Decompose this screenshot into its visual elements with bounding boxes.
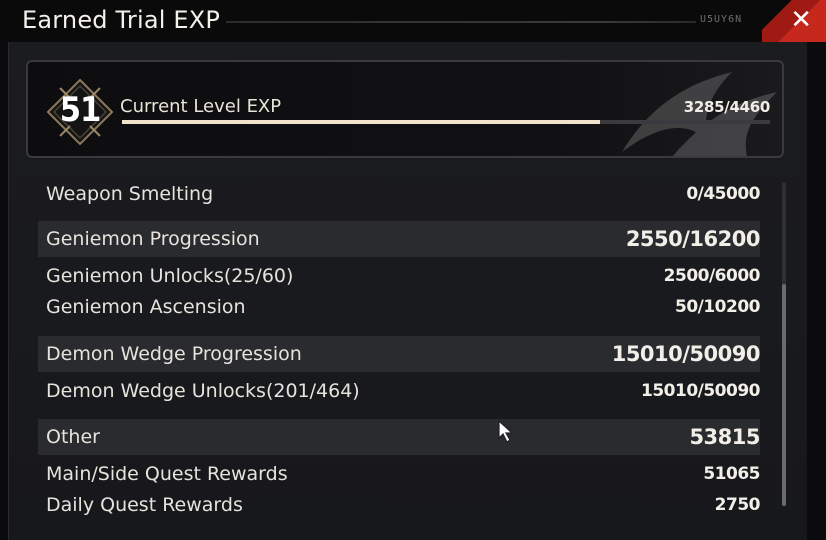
row-value: 0/45000: [686, 184, 760, 204]
row-value: 51065: [703, 464, 760, 484]
scrollbar[interactable]: [782, 182, 786, 506]
row-label: Other: [46, 426, 100, 448]
row-value: 2750: [714, 495, 761, 515]
category-header-row: Demon Wedge Progression 15010/50090: [38, 336, 761, 372]
title-divider: [226, 21, 696, 23]
row-label: Demon Wedge Progression: [46, 343, 302, 365]
exp-detail-row: Daily Quest Rewards 2750: [38, 487, 761, 523]
level-exp-value: 3285/4460: [683, 98, 771, 116]
close-icon[interactable]: ✕: [790, 4, 812, 36]
row-label: Demon Wedge Unlocks(201/464): [46, 380, 360, 402]
row-value: 15010/50090: [611, 342, 761, 366]
row-label: Geniemon Unlocks(25/60): [46, 265, 294, 287]
exp-detail-row: Demon Wedge Unlocks(201/464) 15010/50090: [38, 373, 761, 409]
exp-detail-row: Weapon Smelting 0/45000: [38, 176, 760, 212]
row-label: Main/Side Quest Rewards: [46, 463, 288, 485]
level-panel: 51 Current Level EXP 3285/4460: [26, 60, 784, 158]
exp-progress-bar: [122, 120, 770, 124]
exp-progress-fill: [122, 120, 600, 124]
row-label: Geniemon Progression: [46, 228, 260, 250]
level-exp-label: Current Level EXP: [120, 96, 282, 117]
row-value: 15010/50090: [641, 381, 761, 401]
row-value: 50/10200: [674, 297, 761, 317]
row-label: Geniemon Ascension: [46, 296, 246, 318]
row-label: Daily Quest Rewards: [46, 494, 243, 516]
row-value: 2550/16200: [625, 227, 761, 251]
close-button[interactable]: ✕: [762, 0, 826, 42]
title-bar: Earned Trial EXP U5UY6N ✕: [0, 0, 826, 42]
window-title: Earned Trial EXP: [22, 6, 221, 34]
category-header-row: Geniemon Progression 2550/16200: [38, 221, 761, 257]
level-number: 51: [59, 90, 102, 130]
row-label: Weapon Smelting: [46, 183, 214, 205]
row-value: 2500/6000: [663, 266, 761, 286]
mouse-cursor-icon: [498, 420, 514, 443]
row-value: 53815: [689, 425, 760, 449]
scrollbar-thumb[interactable]: [782, 284, 786, 506]
exp-detail-row: Geniemon Ascension 50/10200: [38, 289, 761, 325]
category-header-row: Other 53815: [38, 419, 760, 455]
window-id: U5UY6N: [700, 14, 743, 25]
